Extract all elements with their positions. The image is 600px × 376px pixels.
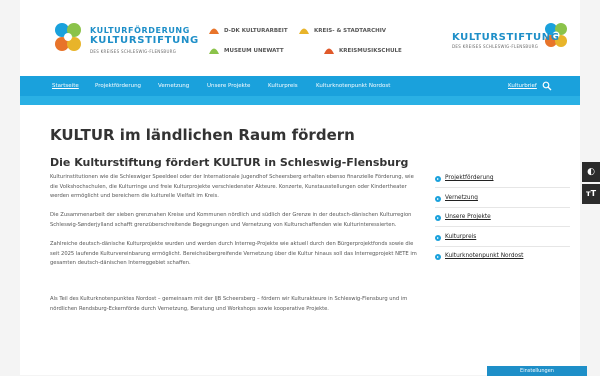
partner-label: KREISMUSIKSCHULE	[339, 48, 402, 54]
sidebar-item-label: Projektförderung	[445, 175, 494, 181]
chevron-right-icon	[435, 235, 441, 241]
sidebar-item-label: Vernetzung	[445, 195, 478, 201]
chevron-right-icon	[435, 176, 441, 182]
archiv-logo-icon	[299, 28, 309, 34]
logo-line-2: KULTURSTIFTUNG	[90, 35, 199, 46]
chevron-right-icon	[435, 215, 441, 221]
nav-item-kulturknotenpunkt[interactable]: Kulturknotenpunkt Nordost	[316, 76, 390, 96]
logo-line-3: DES KREISES SCHLESWIG-FLENSBURG	[90, 49, 177, 54]
page-container: KULTURFÖRDERUNG KULTURSTIFTUNG DES KREIS…	[20, 0, 580, 375]
search-icon[interactable]	[542, 81, 552, 91]
ddk-logo-icon	[209, 28, 219, 34]
font-size-icon[interactable]: тT	[582, 184, 600, 204]
musikschule-logo-icon	[324, 48, 334, 54]
nav-item-unsere-projekte[interactable]: Unsere Projekte	[207, 76, 250, 96]
sidebar-divider	[435, 187, 570, 188]
sidebar-divider	[435, 246, 570, 247]
content-paragraph: Als Teil des Kulturknotenpunktes Nordost…	[50, 296, 408, 312]
nav-item-startseite[interactable]: Startseite	[52, 76, 79, 96]
partner-label: D-DK KULTURARBEIT	[224, 28, 288, 34]
main-navigation: Startseite Projektförderung Vernetzung U…	[20, 76, 580, 96]
page-subtitle: Die Kulturstiftung fördert KULTUR in Sch…	[50, 156, 409, 169]
content-paragraph: Kulturinstitutionen wie die Schleswiger …	[50, 174, 414, 199]
nav-kulturbrief-link[interactable]: Kulturbrief	[508, 76, 537, 96]
nav-item-kulturpreis[interactable]: Kulturpreis	[268, 76, 298, 96]
partner-label: MUSEUM UNEWATT	[224, 48, 284, 54]
kulturstiftung-logo-icon	[55, 23, 81, 51]
chevron-right-icon	[435, 196, 441, 202]
content-paragraph: Die Zusammenarbeit der sieben grenznahen…	[50, 212, 412, 228]
logo-right-line-2: DES KREISES SCHLESWIG-FLENSBURG	[452, 44, 539, 49]
logo-line-1: KULTURFÖRDERUNG	[90, 26, 190, 35]
kulturstiftung-logo-right[interactable]: KULTURSTIFTUNG DES KREISES SCHLESWIG-FLE…	[452, 20, 572, 60]
contrast-icon[interactable]: ◐	[582, 162, 600, 182]
sidebar-item-label: Kulturknotenpunkt Nordost	[445, 253, 524, 259]
sidebar-divider	[435, 207, 570, 208]
kulturstiftung-logo[interactable]: KULTURFÖRDERUNG KULTURSTIFTUNG DES KREIS…	[50, 20, 198, 60]
logo-right-line-1: KULTURSTIFTUNG	[452, 32, 560, 43]
chevron-right-icon	[435, 254, 441, 260]
sidebar-item-label: Unsere Projekte	[445, 214, 491, 220]
partner-label: KREIS- & STADTARCHIV	[314, 28, 387, 34]
museum-logo-icon	[209, 48, 219, 54]
sidebar-divider	[435, 226, 570, 227]
nav-subband	[20, 96, 580, 105]
nav-item-vernetzung[interactable]: Vernetzung	[158, 76, 189, 96]
page-title: KULTUR im ländlichen Raum fördern	[50, 126, 355, 144]
nav-item-projektfoerderung[interactable]: Projektförderung	[95, 76, 141, 96]
sidebar-item-label: Kulturpreis	[445, 234, 477, 240]
content-paragraph: Zahlreiche deutsch-dänische Kulturprojek…	[50, 241, 417, 266]
site-header: KULTURFÖRDERUNG KULTURSTIFTUNG DES KREIS…	[20, 0, 580, 76]
